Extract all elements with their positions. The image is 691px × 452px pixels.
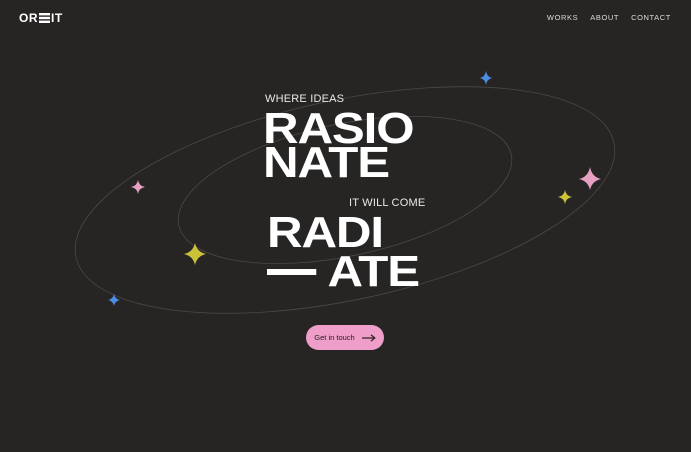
nav-item-about[interactable]: ABOUT <box>590 13 619 22</box>
outer-orbit-ellipse <box>74 86 616 314</box>
hero-headline-line-4-wrapper: ATE <box>267 247 420 296</box>
sparkle-yellow-left-icon <box>184 243 206 265</box>
nav-item-contact[interactable]: CONTACT <box>631 13 671 22</box>
top-navigation: WORKS ABOUT CONTACT <box>547 13 671 22</box>
logo-b-mark-icon <box>39 13 50 23</box>
arrow-right-icon <box>361 333 376 342</box>
headline-dash <box>267 269 317 276</box>
hero-headline-line-4: ATE <box>327 247 420 296</box>
sparkle-pink-left-icon <box>131 180 145 194</box>
get-in-touch-label: Get in touch <box>314 333 355 342</box>
brand-logo[interactable]: OR IT <box>19 12 63 24</box>
sparkle-blue-left-icon <box>108 294 120 306</box>
hero-headline-line-2: NATE <box>263 138 390 187</box>
get-in-touch-button[interactable]: Get in touch <box>306 325 384 350</box>
sparkle-pink-right-icon <box>579 167 601 190</box>
nav-item-works[interactable]: WORKS <box>547 13 578 22</box>
sparkle-blue-top-icon <box>480 71 492 85</box>
logo-text-suffix: IT <box>51 11 63 25</box>
logo-text-prefix: OR <box>19 11 38 25</box>
sparkle-yellow-right-icon <box>558 190 572 204</box>
